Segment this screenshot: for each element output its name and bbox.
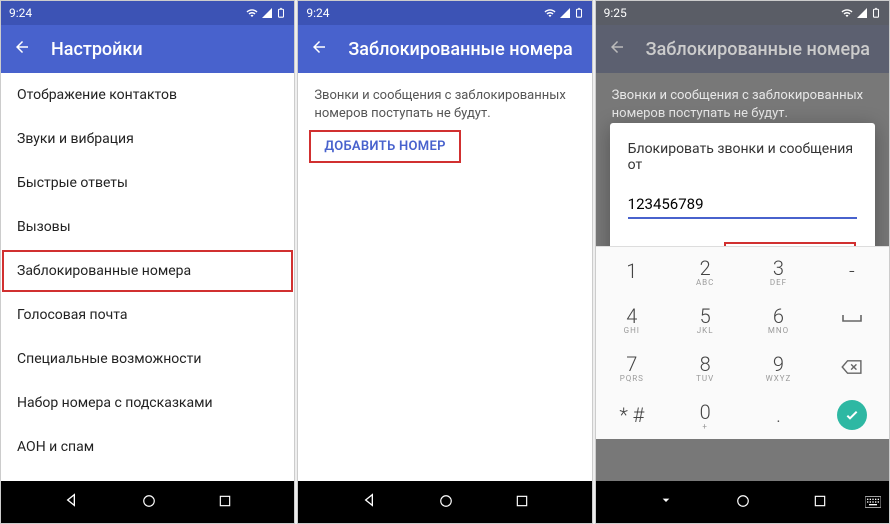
item-quick-replies[interactable]: Быстрые ответы bbox=[1, 161, 294, 205]
dialog-title: Блокировать звонки и сообщения от bbox=[628, 141, 857, 173]
keypad-space-button[interactable] bbox=[816, 295, 889, 343]
back-icon bbox=[608, 38, 626, 60]
keyboard-icon[interactable] bbox=[865, 493, 881, 512]
keypad-key-sym[interactable]: * # bbox=[596, 391, 669, 439]
item-calls[interactable]: Вызовы bbox=[1, 205, 294, 249]
nav-recent-icon[interactable] bbox=[813, 493, 827, 512]
item-accessibility[interactable]: Специальные возможности bbox=[1, 337, 294, 381]
nav-bar bbox=[1, 481, 294, 523]
back-icon[interactable] bbox=[13, 38, 31, 60]
item-caller-id-spam[interactable]: АОН и спам bbox=[1, 425, 294, 469]
keypad-key-2[interactable]: 2ABC bbox=[669, 247, 742, 295]
app-bar: Настройки bbox=[1, 25, 294, 73]
keypad-key-4[interactable]: 4GHI bbox=[596, 295, 669, 343]
item-voicemail[interactable]: Голосовая почта bbox=[1, 293, 294, 337]
keypad-key-1[interactable]: 1 bbox=[596, 247, 669, 295]
status-time: 9:24 bbox=[306, 6, 329, 20]
phone-screen-settings: 9:24 Настройки Отображение контактов Зву… bbox=[0, 0, 295, 524]
status-icons bbox=[544, 6, 584, 20]
keypad-key-5[interactable]: 5JKL bbox=[669, 295, 742, 343]
keypad-key-0[interactable]: 0+ bbox=[669, 391, 742, 439]
keypad-backspace-button[interactable] bbox=[816, 343, 889, 391]
dialog-screen: Заблокированные номера Звонки и сообщени… bbox=[596, 25, 889, 481]
status-bar: 9:24 bbox=[298, 1, 591, 25]
numeric-keypad: 12ABC3DEF- 4GHI5JKL6MNO 7PQRS8TUV9WXYZ * #0… bbox=[596, 246, 889, 439]
page-title: Заблокированные номера bbox=[348, 39, 572, 60]
status-icons bbox=[246, 6, 286, 20]
app-bar-dimmed: Заблокированные номера bbox=[596, 25, 889, 73]
back-icon[interactable] bbox=[310, 38, 328, 60]
status-time: 9:24 bbox=[9, 6, 32, 20]
status-bar: 9:25 bbox=[596, 1, 889, 25]
keypad-key-6[interactable]: 6MNO bbox=[742, 295, 815, 343]
settings-list: Отображение контактов Звуки и вибрация Б… bbox=[1, 73, 294, 481]
app-bar: Заблокированные номера bbox=[298, 25, 591, 73]
nav-bar bbox=[596, 481, 889, 523]
add-number-button[interactable]: ДОБАВИТЬ НОМЕР bbox=[308, 129, 461, 164]
keypad-key-8[interactable]: 8TUV bbox=[669, 343, 742, 391]
item-blocked-numbers[interactable]: Заблокированные номера bbox=[1, 249, 294, 293]
nav-back-icon[interactable] bbox=[63, 492, 79, 512]
keypad-key-3[interactable]: 3DEF bbox=[742, 247, 815, 295]
keypad-key-9[interactable]: 9WXYZ bbox=[742, 343, 815, 391]
nav-back-icon[interactable] bbox=[361, 492, 377, 512]
nav-home-icon[interactable] bbox=[142, 493, 156, 512]
keypad-key-7[interactable]: 7PQRS bbox=[596, 343, 669, 391]
info-text: Звонки и сообщения с заблокированных ном… bbox=[298, 73, 591, 129]
nav-home-icon[interactable] bbox=[736, 493, 750, 512]
phone-number-input[interactable] bbox=[628, 191, 857, 219]
phone-screen-blocked-list: 9:24 Заблокированные номера Звонки и соо… bbox=[297, 0, 592, 524]
phone-screen-block-dialog: 9:25 Заблокированные номера Звонки и соо… bbox=[595, 0, 890, 524]
keypad-key-sym[interactable]: . bbox=[742, 391, 815, 439]
page-title-dimmed: Заблокированные номера bbox=[646, 39, 870, 60]
keypad-confirm-button[interactable] bbox=[816, 391, 889, 439]
keypad-key-sym[interactable]: - bbox=[816, 247, 889, 295]
info-text-dimmed: Звонки и сообщения с заблокированных ном… bbox=[596, 73, 889, 129]
nav-recent-icon[interactable] bbox=[515, 493, 529, 512]
status-time: 9:25 bbox=[604, 6, 627, 20]
nav-home-icon[interactable] bbox=[439, 493, 453, 512]
item-nearby-places[interactable]: Места рядом bbox=[1, 469, 294, 481]
nav-back-dropdown-icon[interactable] bbox=[658, 492, 674, 512]
item-dial-suggestions[interactable]: Набор номера с подсказками bbox=[1, 381, 294, 425]
item-sounds[interactable]: Звуки и вибрация bbox=[1, 117, 294, 161]
status-bar: 9:24 bbox=[1, 1, 294, 25]
blocked-content: Звонки и сообщения с заблокированных ном… bbox=[298, 73, 591, 481]
item-contacts-display[interactable]: Отображение контактов bbox=[1, 73, 294, 117]
nav-bar bbox=[298, 481, 591, 523]
status-icons bbox=[841, 6, 881, 20]
page-title: Настройки bbox=[51, 39, 143, 60]
nav-recent-icon[interactable] bbox=[218, 493, 232, 512]
